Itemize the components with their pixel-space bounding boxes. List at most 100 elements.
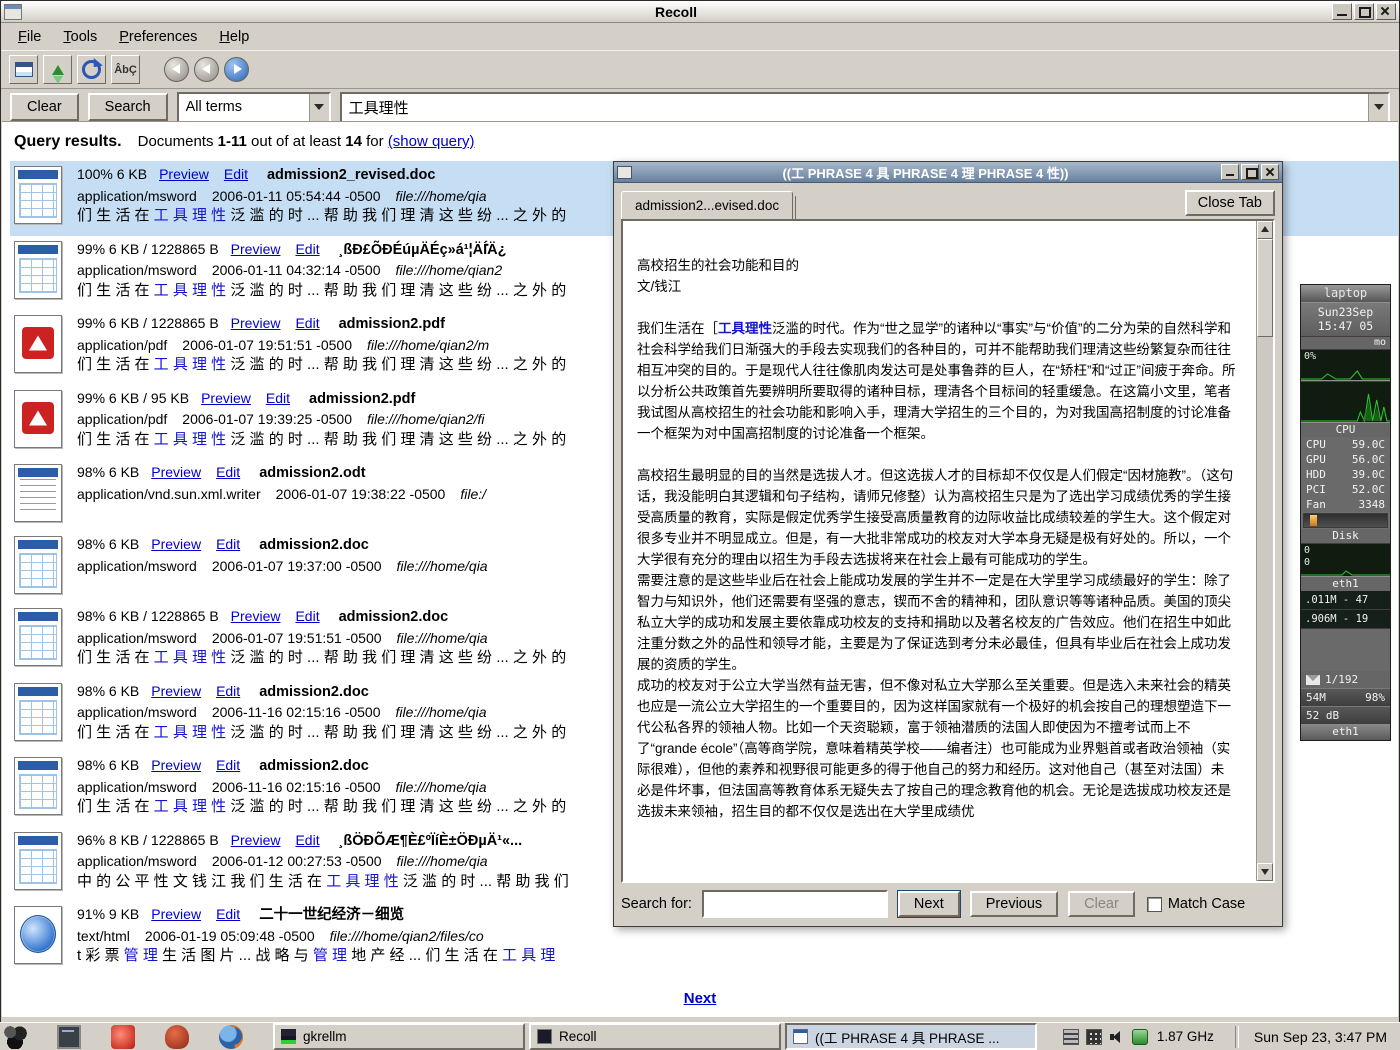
- cpu-chart[interactable]: [1301, 381, 1390, 423]
- html-file-icon[interactable]: [14, 906, 62, 964]
- workspace-tray-icon[interactable]: [1086, 1029, 1102, 1045]
- search-button[interactable]: Search: [88, 93, 168, 121]
- edit-link[interactable]: Edit: [224, 166, 248, 182]
- firefox-launcher-icon[interactable]: [219, 1025, 243, 1049]
- match-case-checkbox[interactable]: [1147, 897, 1162, 912]
- taskbar-task-button[interactable]: ((工 PHRASE 4 具 PHRASE ...: [785, 1023, 1037, 1050]
- menu-preferences[interactable]: Preferences: [110, 27, 206, 47]
- term-explorer-button[interactable]: ÂbÇ: [111, 55, 140, 84]
- edit-link[interactable]: Edit: [216, 464, 240, 480]
- preview-link[interactable]: Preview: [159, 166, 209, 182]
- query-combobox[interactable]: [340, 92, 1390, 123]
- scroll-up-icon[interactable]: [1257, 221, 1273, 239]
- preview-minimize-icon[interactable]: [1221, 164, 1239, 180]
- scrollbar-track[interactable]: [1257, 337, 1273, 863]
- table-view-button[interactable]: [9, 55, 38, 84]
- mail-row[interactable]: 1/192: [1301, 671, 1390, 688]
- refresh-button[interactable]: [77, 55, 106, 84]
- menu-help[interactable]: Help: [210, 27, 258, 47]
- title-bar[interactable]: Recoll: [1, 1, 1399, 23]
- preview-link[interactable]: Preview: [151, 906, 201, 922]
- find-next-button[interactable]: Next: [898, 891, 960, 917]
- preview-close-icon[interactable]: [1261, 164, 1279, 180]
- scrollbar-thumb[interactable]: [1257, 239, 1273, 337]
- search-input[interactable]: [342, 99, 1368, 116]
- query-history-chevron-icon[interactable]: [1368, 94, 1388, 121]
- taskbar-task-button[interactable]: Recoll: [529, 1023, 781, 1050]
- preview-maximize-icon[interactable]: [1241, 164, 1259, 180]
- doc-file-icon[interactable]: [14, 757, 62, 815]
- edit-link[interactable]: Edit: [295, 241, 319, 257]
- nav-previous-page-button[interactable]: [194, 57, 219, 82]
- show-query-link[interactable]: (show query): [388, 133, 475, 150]
- edit-link[interactable]: Edit: [216, 683, 240, 699]
- terminal-launcher-icon[interactable]: [57, 1025, 81, 1049]
- window-manager-launcher-icon[interactable]: [3, 1025, 27, 1049]
- preview-app-icon[interactable]: [617, 166, 632, 179]
- edit-link[interactable]: Edit: [295, 832, 319, 848]
- menu-tools[interactable]: Tools: [54, 27, 106, 47]
- nav-next-page-button[interactable]: [224, 57, 249, 82]
- preview-link[interactable]: Preview: [151, 757, 201, 773]
- preview-link[interactable]: Preview: [201, 390, 251, 406]
- chevron-down-icon[interactable]: [309, 94, 329, 121]
- preview-link[interactable]: Preview: [151, 683, 201, 699]
- doc-file-icon[interactable]: [14, 683, 62, 741]
- find-input[interactable]: [702, 890, 888, 918]
- taskbar-task-button[interactable]: gkrellm: [273, 1023, 525, 1050]
- preview-tab[interactable]: admission2...evised.doc: [621, 191, 793, 221]
- disk-chart[interactable]: 0 0: [1301, 543, 1390, 577]
- preview-link[interactable]: Preview: [151, 464, 201, 480]
- memory-meter[interactable]: 54M 98%: [1301, 688, 1390, 706]
- app-icon[interactable]: [4, 4, 22, 20]
- doc-file-icon[interactable]: [14, 832, 62, 890]
- preview-document[interactable]: 高校招生的社会功能和目的文/钱江我们生活在［工具理性泛滥的时代。作为“世之显学”…: [623, 221, 1256, 881]
- clear-button[interactable]: Clear: [10, 93, 79, 121]
- doc-file-icon[interactable]: [14, 166, 62, 224]
- load-chart[interactable]: 0%: [1301, 349, 1390, 381]
- doc-file-icon[interactable]: [14, 536, 62, 594]
- preview-link[interactable]: Preview: [231, 315, 281, 331]
- doc-file-icon[interactable]: [14, 608, 62, 666]
- preview-title-bar[interactable]: ((工 PHRASE 4 具 PHRASE 4 理 PHRASE 4 性)): [614, 162, 1282, 183]
- volume-tray-icon[interactable]: [1109, 1029, 1125, 1045]
- sort-button[interactable]: [43, 55, 72, 84]
- edit-link[interactable]: Edit: [216, 906, 240, 922]
- next-page-link[interactable]: Next: [684, 990, 717, 1007]
- close-tab-button[interactable]: Close Tab: [1185, 190, 1275, 216]
- maximize-icon[interactable]: [1354, 3, 1374, 20]
- wireless-meter[interactable]: 52 dB: [1301, 706, 1390, 724]
- scroll-down-icon[interactable]: [1257, 863, 1273, 881]
- gkrellm-clock[interactable]: Sun23Sep 15:47 05: [1301, 302, 1390, 337]
- result-mime: application/msword: [77, 704, 197, 720]
- edit-link[interactable]: Edit: [266, 390, 290, 406]
- find-previous-button[interactable]: Previous: [970, 891, 1058, 917]
- pdf-file-icon[interactable]: [14, 315, 62, 373]
- odt-file-icon[interactable]: [14, 464, 62, 522]
- close-icon[interactable]: [1376, 3, 1396, 20]
- menu-file[interactable]: File: [9, 27, 50, 47]
- edit-link[interactable]: Edit: [295, 608, 319, 624]
- edit-link[interactable]: Edit: [295, 315, 319, 331]
- preview-link[interactable]: Preview: [151, 536, 201, 552]
- edit-link[interactable]: Edit: [216, 757, 240, 773]
- doc-file-icon[interactable]: [14, 241, 62, 299]
- search-mode-select[interactable]: All terms: [177, 92, 331, 123]
- preview-scrollbar[interactable]: [1256, 221, 1273, 881]
- taskbar-clock[interactable]: Sun Sep 23, 3:47 PM: [1254, 1029, 1387, 1045]
- nav-first-page-button[interactable]: [164, 57, 189, 82]
- preview-link[interactable]: Preview: [231, 832, 281, 848]
- minimize-icon[interactable]: [1332, 3, 1352, 20]
- app-launcher-icon-2[interactable]: [165, 1025, 189, 1049]
- result-url: file:///home/qia: [397, 853, 488, 869]
- preview-link[interactable]: Preview: [231, 241, 281, 257]
- result-url: file:///home/qian2/fi: [367, 411, 485, 427]
- app-launcher-icon-1[interactable]: [111, 1025, 135, 1049]
- keyboard-tray-icon[interactable]: [1063, 1029, 1079, 1045]
- pdf-file-icon[interactable]: [14, 390, 62, 448]
- edit-link[interactable]: Edit: [216, 536, 240, 552]
- preview-link[interactable]: Preview: [231, 608, 281, 624]
- fan-krell-meter[interactable]: [1303, 513, 1388, 528]
- find-clear-button[interactable]: Clear: [1068, 891, 1135, 917]
- power-tray-icon[interactable]: [1132, 1029, 1148, 1045]
